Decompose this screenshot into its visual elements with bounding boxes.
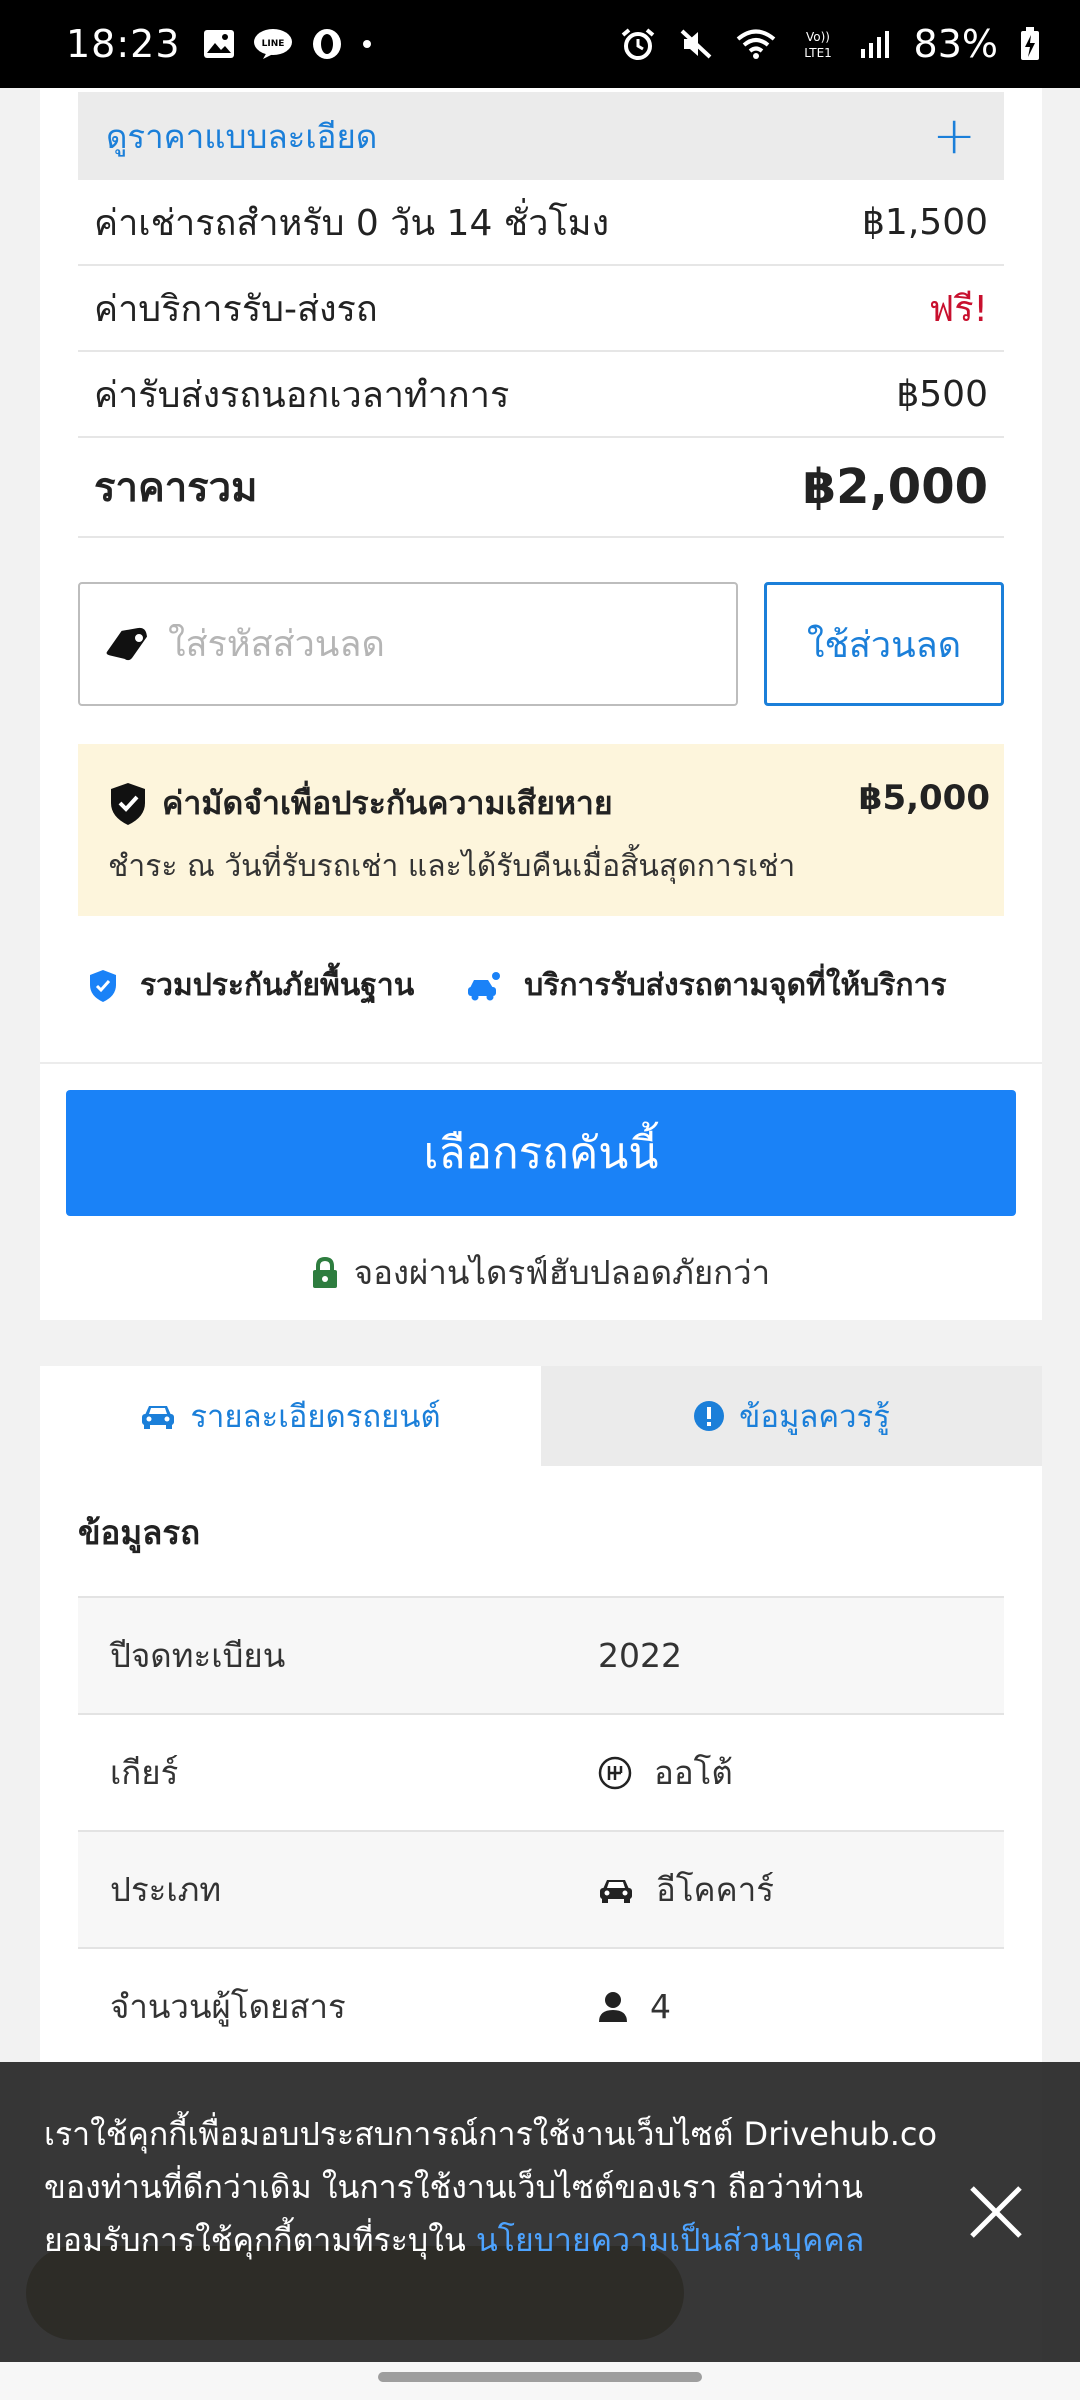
wifi-icon [736,28,776,60]
gallery-icon [203,29,235,59]
table-row: ปีจดทะเบียน 2022 [78,1596,1004,1713]
price-row-name: ค่าเช่ารถสำหรับ 0 วัน 14 ชั่วโมง [94,202,610,244]
feature-insurance: รวมประกันภัยพื้นฐาน [88,962,414,1009]
coupon-input[interactable] [168,623,708,665]
price-row-name: ค่ารับส่งรถนอกเวลาทำการ [94,374,510,416]
alarm-icon [620,27,656,61]
price-detail-toggle[interactable]: ดูราคาแบบละเอียด + [78,92,1004,180]
price-row-value: ฿1,500 [862,201,988,243]
table-row: ประเภท อีโคคาร์ [78,1830,1004,1947]
battery-percent: 83% [913,22,998,66]
deposit-subtitle: ชำระ ณ วันที่รับรถเช่า และได้รับคืนเมื่อ… [108,849,796,884]
info-tabs: รายละเอียดรถยนต์ ข้อมูลควรรู้ [40,1366,1042,1466]
spec-key: จำนวนผู้โดยสาร [110,1987,346,2026]
secure-booking-note: จองผ่านไดรฟ์ฮับปลอดภัยกว่า [40,1246,1042,1299]
booking-card: ดูราคาแบบละเอียด + ค่าเช่ารถสำหรับ 0 วัน… [40,88,1042,1320]
battery-charging-icon [1020,27,1040,61]
price-detail-label: ดูราคาแบบละเอียด [106,116,378,156]
spec-key: เกียร์ [110,1753,179,1792]
feature-delivery-label: บริการรับส่งรถตามจุดที่ให้บริการ [524,968,947,1003]
status-time: 18:23 [66,22,181,66]
svg-text:LTE1: LTE1 [804,46,832,60]
spec-value: ออโต้ [654,1753,733,1792]
person-icon [599,1991,627,2022]
features-row: รวมประกันภัยพื้นฐาน บริการรับส่งรถตามจุด… [88,962,1028,1009]
shield-check-icon [90,969,116,1002]
close-icon[interactable] [966,2182,1026,2242]
mute-icon [678,27,714,61]
svg-text:LINE: LINE [261,39,284,49]
price-row-name: ค่าบริการรับ-ส่งรถ [94,288,378,330]
info-alert-icon [694,1401,725,1431]
cookie-banner: เราใช้คุกกี้เพื่อมอบประสบการณ์การใช้งานเ… [0,2062,1080,2362]
select-car-button[interactable]: เลือกรถคันนี้ [66,1090,1016,1216]
total-label: ราคารวม [94,465,258,511]
price-tag-icon [106,627,148,661]
secure-booking-text: จองผ่านไดรฟ์ฮับปลอดภัยกว่า [353,1253,771,1292]
divider [40,1062,1042,1064]
home-indicator[interactable] [378,2372,702,2382]
spec-value: อีโคคาร์ [656,1870,774,1909]
shield-check-icon [111,782,145,825]
lock-icon [312,1256,337,1288]
price-row-value-free: ฟรี! [928,288,988,330]
car-icon [600,1879,632,1903]
price-row-value: ฿500 [896,373,988,415]
dot-icon [361,38,373,50]
tab-need-to-know-label: ข้อมูลควรรู้ [739,1399,890,1435]
svg-text:Vo)): Vo)) [806,30,830,44]
status-bar: 18:23 LINE Vo)) LTE1 83% [0,0,1080,88]
signal-icon [860,29,892,59]
expand-plus-icon[interactable]: + [932,110,976,162]
car-icon [142,1406,175,1429]
price-row-delivery: ค่าบริการรับ-ส่งรถ ฟรี! [78,266,1004,352]
spec-key: ประเภท [110,1870,222,1909]
volte-icon: Vo)) LTE1 [798,27,838,61]
spec-value: 2022 [598,1636,682,1675]
line-app-icon: LINE [253,28,293,60]
privacy-policy-link[interactable]: นโยบายความเป็นส่วนบุคคล [476,2221,865,2259]
deposit-title: ค่ามัดจำเพื่อประกันความเสียหาย [162,784,613,822]
car-info-title: ข้อมูลรถ [78,1513,201,1552]
coupon-field[interactable] [78,582,738,706]
table-row: เกียร์ ออโต้ [78,1713,1004,1830]
price-row-total: ราคารวม ฿2,000 [78,438,1004,538]
spec-value: 4 [650,1987,671,2026]
price-row-after-hours: ค่ารับส่งรถนอกเวลาทำการ ฿500 [78,352,1004,438]
apply-coupon-button[interactable]: ใช้ส่วนลด [764,582,1004,706]
table-row: จำนวนผู้โดยสาร 4 [78,1947,1004,2064]
tab-need-to-know[interactable]: ข้อมูลควรรู้ [541,1366,1042,1466]
deposit-box: ค่ามัดจำเพื่อประกันความเสียหาย ฿5,000 ชำ… [78,744,1004,916]
car-spec-table: ปีจดทะเบียน 2022 เกียร์ ออโต้ ประเภท อีโ… [78,1596,1004,2064]
car-delivery-icon [468,971,501,1000]
feature-delivery: บริการรับส่งรถตามจุดที่ให้บริการ [466,962,947,1009]
spec-key: ปีจดทะเบียน [110,1636,286,1675]
tab-car-details-label: รายละเอียดรถยนต์ [190,1399,441,1435]
price-row-rental: ค่าเช่ารถสำหรับ 0 วัน 14 ชั่วโมง ฿1,500 [78,180,1004,266]
deposit-amount: ฿5,000 [858,778,990,818]
tab-car-details[interactable]: รายละเอียดรถยนต์ [40,1366,541,1466]
feature-insurance-label: รวมประกันภัยพื้นฐาน [140,968,415,1003]
opera-icon [311,28,343,60]
total-value: ฿2,000 [802,459,988,515]
gear-shift-icon [598,1756,632,1789]
